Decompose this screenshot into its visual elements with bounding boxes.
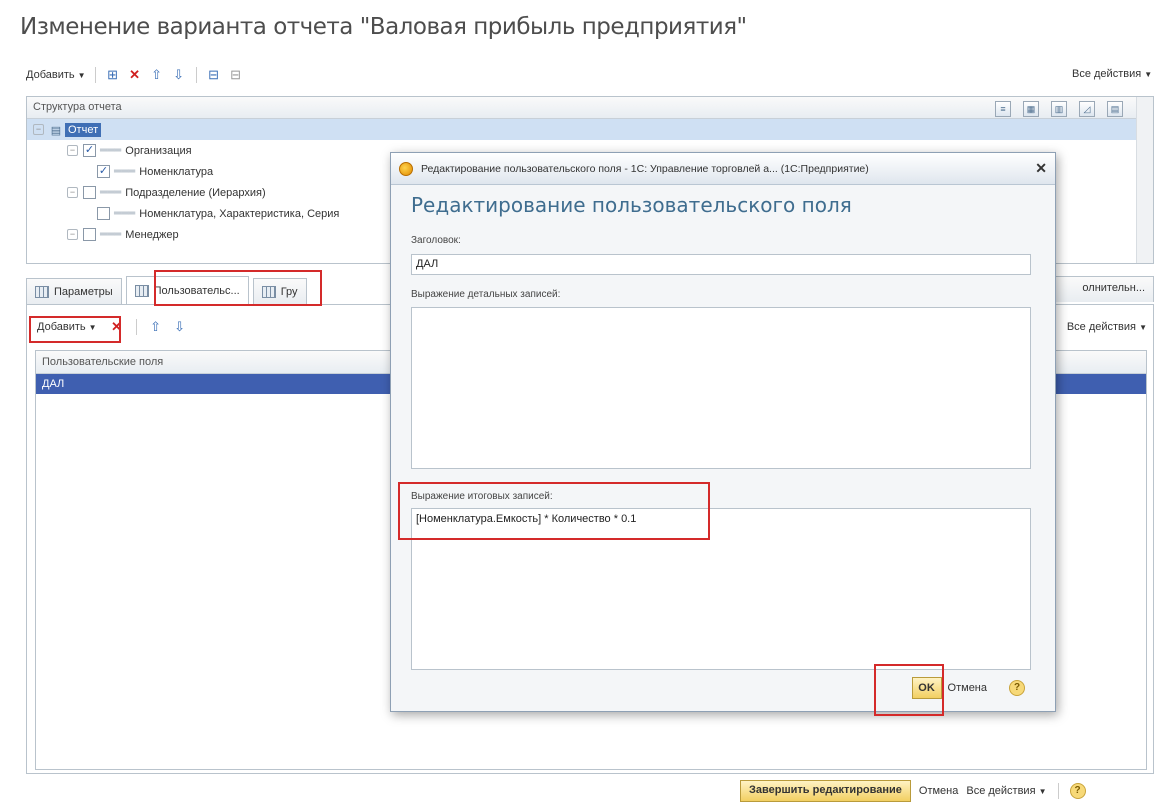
ungroup-icon[interactable]: ⊟ <box>228 67 244 83</box>
tree-scrollbar[interactable] <box>1136 97 1153 263</box>
move-down-icon[interactable]: ⇩ <box>172 319 188 335</box>
chevron-down-icon: ▼ <box>77 70 86 80</box>
tree-header-icons: ≡ ▦ ▥ ◿ ▤ <box>995 101 1123 117</box>
window-title: Изменение варианта отчета "Валовая прибы… <box>20 14 747 40</box>
collapse-icon[interactable]: − <box>67 145 78 156</box>
delete-icon[interactable]: ✕ <box>127 67 143 83</box>
tree-header: Структура отчета <box>27 97 1153 119</box>
title-label: Заголовок: <box>411 235 461 246</box>
tree-row-report[interactable]: − ▤ Отчет <box>27 119 1153 140</box>
all-actions-menu[interactable]: Все действия ▼ <box>1072 68 1152 80</box>
grouping-icon: ═══ <box>100 229 122 240</box>
add-button[interactable]: Добавить ▼ <box>26 69 86 81</box>
checkbox-unchecked[interactable] <box>83 186 96 199</box>
order-icon[interactable]: ▥ <box>1051 101 1067 117</box>
tree-row-label: Подразделение (Иерархия) <box>125 186 266 199</box>
report-icon: ▤ <box>50 124 62 137</box>
toolbar-separator <box>195 67 197 83</box>
toolbar-separator <box>1057 783 1059 799</box>
settings-icon[interactable]: ▤ <box>1107 101 1123 117</box>
title-field[interactable]: ДАЛ <box>411 254 1031 275</box>
detail-expr-label: Выражение детальных записей: <box>411 289 561 300</box>
panel-all-actions[interactable]: Все действия ▼ <box>1067 321 1147 333</box>
add-group-icon[interactable]: ⊞ <box>105 67 121 83</box>
tab-label: олнительн... <box>1082 282 1145 294</box>
panel-all-actions-label: Все действия <box>1066 321 1137 333</box>
collapse-icon[interactable]: − <box>33 124 44 135</box>
highlight-total-expr <box>398 482 710 540</box>
move-down-icon[interactable]: ⇩ <box>171 67 187 83</box>
tree-row-label: Менеджер <box>125 228 179 241</box>
chevron-down-icon: ▼ <box>1139 323 1147 332</box>
group-icon[interactable]: ⊟ <box>206 67 222 83</box>
finish-editing-button[interactable]: Завершить редактирование <box>740 780 911 802</box>
bottom-bar: Завершить редактирование Отмена Все дейс… <box>740 780 1086 802</box>
checkbox-unchecked[interactable] <box>97 207 110 220</box>
grouping-icon: ═══ <box>100 187 122 198</box>
dialog-heading: Редактирование пользовательского поля <box>411 193 852 217</box>
dialog-titlebar-text: Редактирование пользовательского поля - … <box>421 162 869 175</box>
move-up-icon[interactable]: ⇧ <box>148 319 164 335</box>
toolbar-separator <box>94 67 96 83</box>
tree-row-label: Номенклатура <box>139 165 214 178</box>
main-toolbar: Добавить ▼ ⊞ ✕ ⇧ ⇩ ⊟ ⊟ <box>26 62 244 88</box>
highlight-ok <box>874 664 944 716</box>
filter-icon[interactable]: ▦ <box>1023 101 1039 117</box>
highlight-add <box>29 316 121 343</box>
chevron-down-icon: ▼ <box>1038 787 1047 796</box>
tree-row-label: Организация <box>125 144 192 157</box>
cancel-button[interactable]: Отмена <box>948 682 987 694</box>
fields-icon[interactable]: ≡ <box>995 101 1011 117</box>
tab-parameters[interactable]: Параметры <box>26 278 122 304</box>
toolbar-separator <box>135 319 137 335</box>
app-icon <box>399 161 413 176</box>
grouping-icon: ═══ <box>100 145 122 156</box>
tab-label: Параметры <box>54 285 113 298</box>
close-icon[interactable]: ✕ <box>1035 160 1047 177</box>
grouping-icon: ═══ <box>114 208 136 219</box>
bottom-all-actions[interactable]: Все действия ▼ <box>966 785 1046 797</box>
help-icon[interactable]: ? <box>1009 680 1025 696</box>
bottom-cancel-button[interactable]: Отмена <box>919 785 958 797</box>
all-actions-label: Все действия <box>1072 68 1142 80</box>
edit-user-field-dialog: Редактирование пользовательского поля - … <box>390 152 1056 712</box>
grouping-icon: ═══ <box>114 166 136 177</box>
table-icon <box>134 284 149 297</box>
table-icon <box>35 285 49 298</box>
chevron-down-icon: ▼ <box>1144 70 1153 79</box>
help-icon[interactable]: ? <box>1069 783 1086 799</box>
checkbox-unchecked[interactable] <box>83 228 96 241</box>
collapse-icon[interactable]: − <box>67 187 78 198</box>
dialog-titlebar[interactable]: Редактирование пользовательского поля - … <box>391 153 1055 185</box>
detail-expr-field[interactable] <box>411 307 1031 469</box>
bottom-all-actions-label: Все действия <box>966 785 1036 797</box>
checkbox-checked[interactable]: ✓ <box>83 144 96 157</box>
tree-row-label: Отчет <box>65 122 102 137</box>
tree-row-label: Номенклатура, Характеристика, Серия <box>139 207 340 220</box>
checkbox-checked[interactable]: ✓ <box>97 165 110 178</box>
add-button-label: Добавить <box>26 69 75 81</box>
collapse-icon[interactable]: − <box>67 229 78 240</box>
appearance-icon[interactable]: ◿ <box>1079 101 1095 117</box>
move-up-icon[interactable]: ⇧ <box>149 67 165 83</box>
highlight-tab <box>154 270 322 306</box>
